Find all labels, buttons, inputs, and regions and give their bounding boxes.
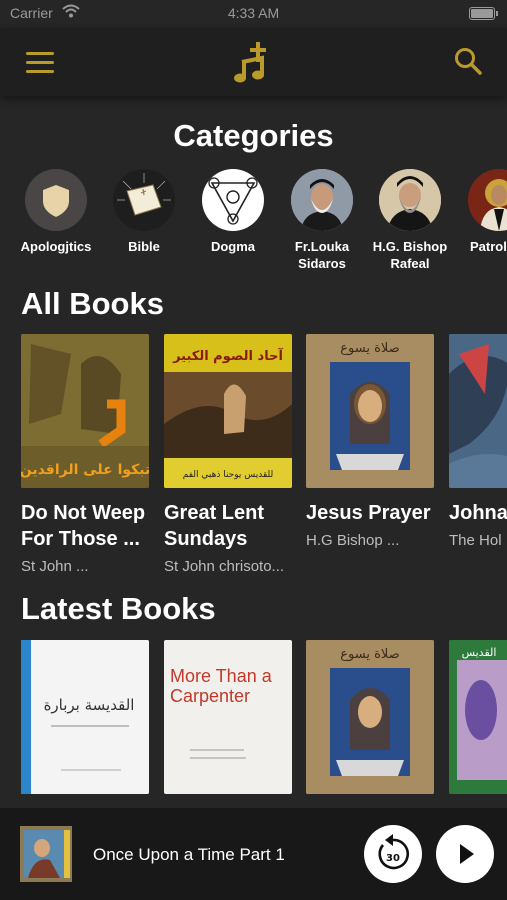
book-cover: آحاد الصوم الكبير للقديس يوحنا ذهبي الفم	[164, 334, 292, 488]
book-card[interactable]: Johna The Hol	[449, 334, 507, 549]
shield-icon	[25, 169, 87, 231]
clock: 4:33 AM	[227, 5, 280, 21]
bishop-portrait-avatar	[379, 169, 441, 231]
svg-text:صلاة يسوع: صلاة يسوع	[340, 647, 399, 662]
category-fr-louka-sidaros[interactable]: Fr.Louka Sidaros	[277, 169, 367, 272]
categories-heading: Categories	[173, 118, 334, 153]
battery-icon	[469, 7, 498, 20]
rewind-icon: 30	[378, 834, 409, 870]
svg-text:القديس: القديس	[462, 646, 497, 659]
category-label: Patrol	[470, 239, 507, 254]
rewind-seconds: 30	[386, 853, 400, 864]
book-card[interactable]: تبكوا على الراقدين Do Not Weep For Those…	[21, 334, 149, 575]
book-card[interactable]: القديس	[449, 640, 507, 794]
svg-text:للقديس يوحنا ذهبي الفم: للقديس يوحنا ذهبي الفم	[183, 470, 274, 480]
svg-text:آحاد الصوم الكبير: آحاد الصوم الكبير	[172, 347, 283, 364]
category-label: H.G. Bishop Rafeal	[372, 239, 448, 271]
book-author: St John ...	[21, 558, 89, 575]
book-title: Jesus Prayer	[306, 502, 431, 524]
book-card[interactable]: آحاد الصوم الكبير للقديس يوحنا ذهبي الفم…	[164, 334, 292, 575]
category-hg-bishop-rafeal[interactable]: H.G. Bishop Rafeal	[365, 169, 455, 272]
category-label: Dogma	[210, 239, 256, 254]
category-bible[interactable]: Bible	[99, 169, 189, 255]
rewind-30-button[interactable]: 30	[364, 825, 422, 883]
book-author: The Hol	[449, 532, 502, 549]
book-author: St John chrisoto...	[164, 558, 285, 575]
saint-icon-avatar	[468, 169, 507, 231]
latest-books-heading: Latest Books	[21, 591, 216, 626]
book-cover: القديس	[449, 640, 507, 794]
cross-music-note-logo	[234, 42, 266, 83]
status-bar: Carrier 4:33 AM	[0, 0, 507, 28]
book-card[interactable]: More Than a Carpenter	[164, 640, 292, 794]
now-playing-title: Once Upon a Time Part 1	[93, 845, 285, 864]
book-author: H.G Bishop ...	[306, 532, 400, 549]
book-title: Do Not Weep For Those ...	[21, 502, 146, 550]
category-label: Apologjtics	[20, 239, 92, 254]
book-cover: القديسة بربارة	[21, 640, 149, 794]
hamburger-menu-icon[interactable]	[26, 52, 56, 74]
category-apologetics[interactable]: Apologjtics	[11, 169, 101, 255]
play-icon	[460, 844, 474, 864]
book-card[interactable]: صلاة يسوع	[306, 640, 434, 794]
category-patrology[interactable]: Patrol	[454, 169, 507, 255]
priest-portrait-avatar	[291, 169, 353, 231]
book-title: Great Lent Sundays	[164, 502, 265, 550]
book-cover: More Than a Carpenter	[164, 640, 292, 794]
category-label: Fr.Louka Sidaros	[294, 239, 350, 271]
book-card[interactable]: القديسة بربارة	[21, 640, 149, 794]
trinity-shield-icon	[202, 169, 264, 231]
category-label: Bible	[128, 239, 160, 254]
svg-text:القديسة بربارة: القديسة بربارة	[44, 696, 135, 714]
book-cover: تبكوا على الراقدين	[21, 334, 149, 488]
all-books-heading: All Books	[21, 286, 164, 321]
book-title: Johna	[449, 502, 507, 524]
app-header	[0, 28, 507, 96]
svg-text:تبكوا على الراقدين: تبكوا على الراقدين	[21, 462, 149, 478]
now-playing-cover	[20, 826, 72, 882]
search-icon[interactable]	[453, 46, 483, 76]
book-cover: صلاة يسوع	[306, 640, 434, 794]
bible-book-icon	[113, 169, 175, 231]
book-cover: صلاة يسوع	[306, 334, 434, 488]
category-dogma[interactable]: Dogma	[188, 169, 278, 255]
book-card[interactable]: صلاة يسوع Jesus Prayer H.G Bishop ...	[306, 334, 434, 549]
book-cover	[449, 334, 507, 488]
svg-text:صلاة يسوع: صلاة يسوع	[340, 341, 399, 356]
play-button[interactable]	[436, 825, 494, 883]
mini-player[interactable]: Once Upon a Time Part 1 30	[0, 808, 507, 900]
